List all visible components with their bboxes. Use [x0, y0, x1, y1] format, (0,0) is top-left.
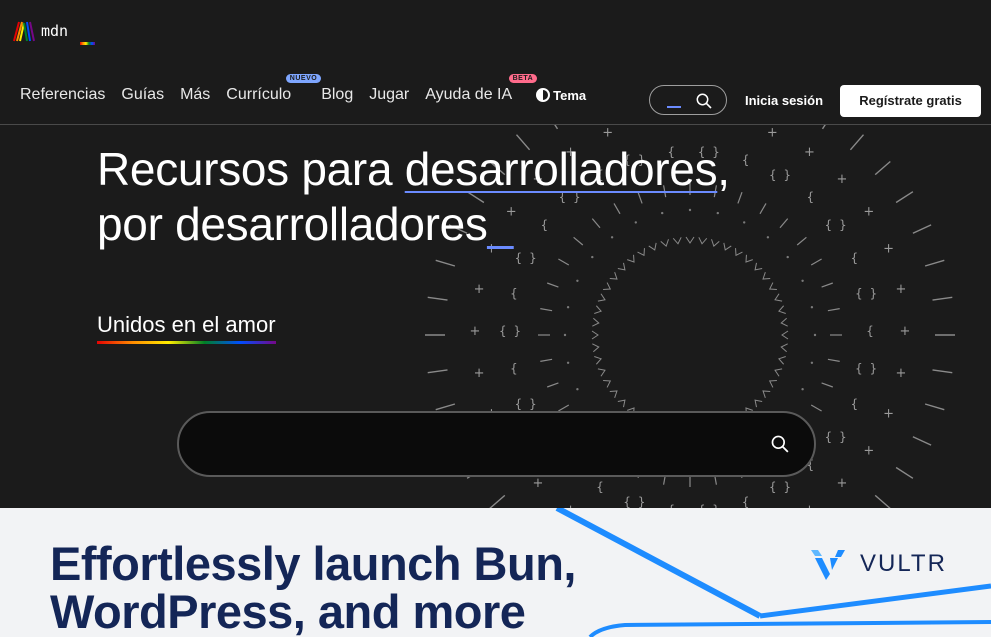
mdn-logo[interactable]: mdn	[12, 19, 95, 45]
svg-text:{ }: { }	[825, 218, 847, 232]
mdn-logo-icon	[13, 21, 35, 42]
vultr-logo: VULTR	[810, 548, 947, 580]
svg-text:{ }: { }	[515, 397, 537, 411]
nav-item-label: Ayuda de IA	[425, 86, 513, 103]
hero-search-input[interactable]	[177, 411, 816, 477]
svg-text:{ }: { }	[624, 495, 646, 508]
svg-text:+: +	[895, 366, 906, 381]
svg-text:+: +	[837, 476, 848, 491]
svg-text:{: {	[742, 495, 749, 508]
nav-item-label: Jugar	[369, 86, 410, 103]
nav-item-referencias[interactable]: Referencias	[20, 86, 105, 104]
nav-item-curriculo[interactable]: Currículo NUEVO	[226, 74, 322, 104]
hero-title: Recursos para desarrolladores, por desar…	[97, 143, 730, 250]
svg-text:{ }: { }	[825, 430, 847, 444]
svg-text:+: +	[726, 125, 737, 128]
svg-text:+: +	[533, 476, 544, 491]
svg-text:{: {	[851, 397, 858, 411]
theme-icon	[536, 88, 551, 102]
svg-text:{: {	[807, 190, 814, 204]
svg-text:{: {	[510, 287, 517, 301]
theme-toggle-button[interactable]: Tema	[536, 88, 586, 103]
svg-text:+: +	[470, 324, 481, 339]
search-icon	[696, 93, 712, 109]
svg-text:+: +	[474, 366, 485, 381]
hero-title-highlight: desarrolladores	[404, 143, 718, 195]
svg-text:+: +	[474, 282, 485, 297]
svg-text:+: +	[863, 205, 874, 220]
svg-text:{ }: { }	[769, 480, 791, 494]
vultr-logo-icon	[811, 550, 845, 580]
nav-item-label: Guías	[121, 86, 165, 103]
svg-text:+: +	[883, 406, 894, 421]
svg-text:{ }: { }	[855, 361, 877, 375]
nav-item-ayuda-ia[interactable]: Ayuda de IA BETA	[425, 74, 538, 104]
nav-item-jugar[interactable]: Jugar	[369, 86, 409, 104]
svg-text:+: +	[767, 125, 778, 140]
advertisement-banner[interactable]: Effortlessly launch Bun, WordPress, and …	[0, 508, 991, 637]
hero-title-cursor: _	[487, 198, 514, 250]
nav-item-guias[interactable]: Guías	[121, 86, 164, 104]
svg-text:+: +	[883, 242, 894, 257]
svg-text:{ }: { }	[855, 287, 877, 301]
search-icon	[771, 435, 789, 453]
svg-text:+: +	[602, 125, 613, 140]
vultr-brand-text: VULTR	[860, 550, 947, 577]
nav-item-blog[interactable]: Blog	[321, 86, 353, 104]
beta-badge: BETA	[508, 74, 538, 83]
svg-text:+: +	[837, 172, 848, 187]
svg-text:+: +	[895, 282, 906, 297]
svg-text:{ }: { }	[499, 324, 521, 338]
search-cursor	[667, 106, 681, 108]
svg-text:{ }: { }	[769, 168, 791, 182]
top-navigation-bar: mdn Referencias Guías Más Currículo NUEVO…	[0, 0, 991, 125]
header-search-button[interactable]	[649, 85, 727, 115]
svg-text:+: +	[643, 125, 654, 128]
nav-item-label: Referencias	[20, 86, 106, 103]
main-nav: Referencias Guías Más Currículo NUEVO Blo…	[12, 74, 586, 104]
unidos-en-el-amor-link[interactable]: Unidos en el amor	[97, 312, 276, 344]
theme-label: Tema	[553, 87, 587, 103]
nav-item-label: Más	[180, 86, 211, 103]
logo-text: mdn	[41, 22, 95, 45]
nav-item-label: Currículo	[226, 86, 292, 103]
svg-text:{: {	[596, 480, 603, 494]
svg-text:{ }: { }	[515, 251, 537, 265]
ad-headline: Effortlessly launch Bun, WordPress, and …	[50, 537, 576, 637]
svg-text:+: +	[804, 145, 815, 160]
svg-text:+: +	[900, 324, 911, 339]
signup-button[interactable]: Regístrate gratis	[840, 85, 981, 117]
nav-item-mas[interactable]: Más	[180, 86, 210, 104]
svg-text:{: {	[742, 153, 749, 167]
new-badge: NUEVO	[285, 74, 322, 83]
svg-text:+: +	[863, 443, 874, 458]
svg-text:{: {	[510, 361, 517, 375]
nav-item-label: Blog	[321, 86, 354, 103]
svg-text:{: {	[866, 324, 873, 338]
login-link[interactable]: Inicia sesión	[745, 93, 823, 108]
svg-text:{: {	[851, 251, 858, 265]
